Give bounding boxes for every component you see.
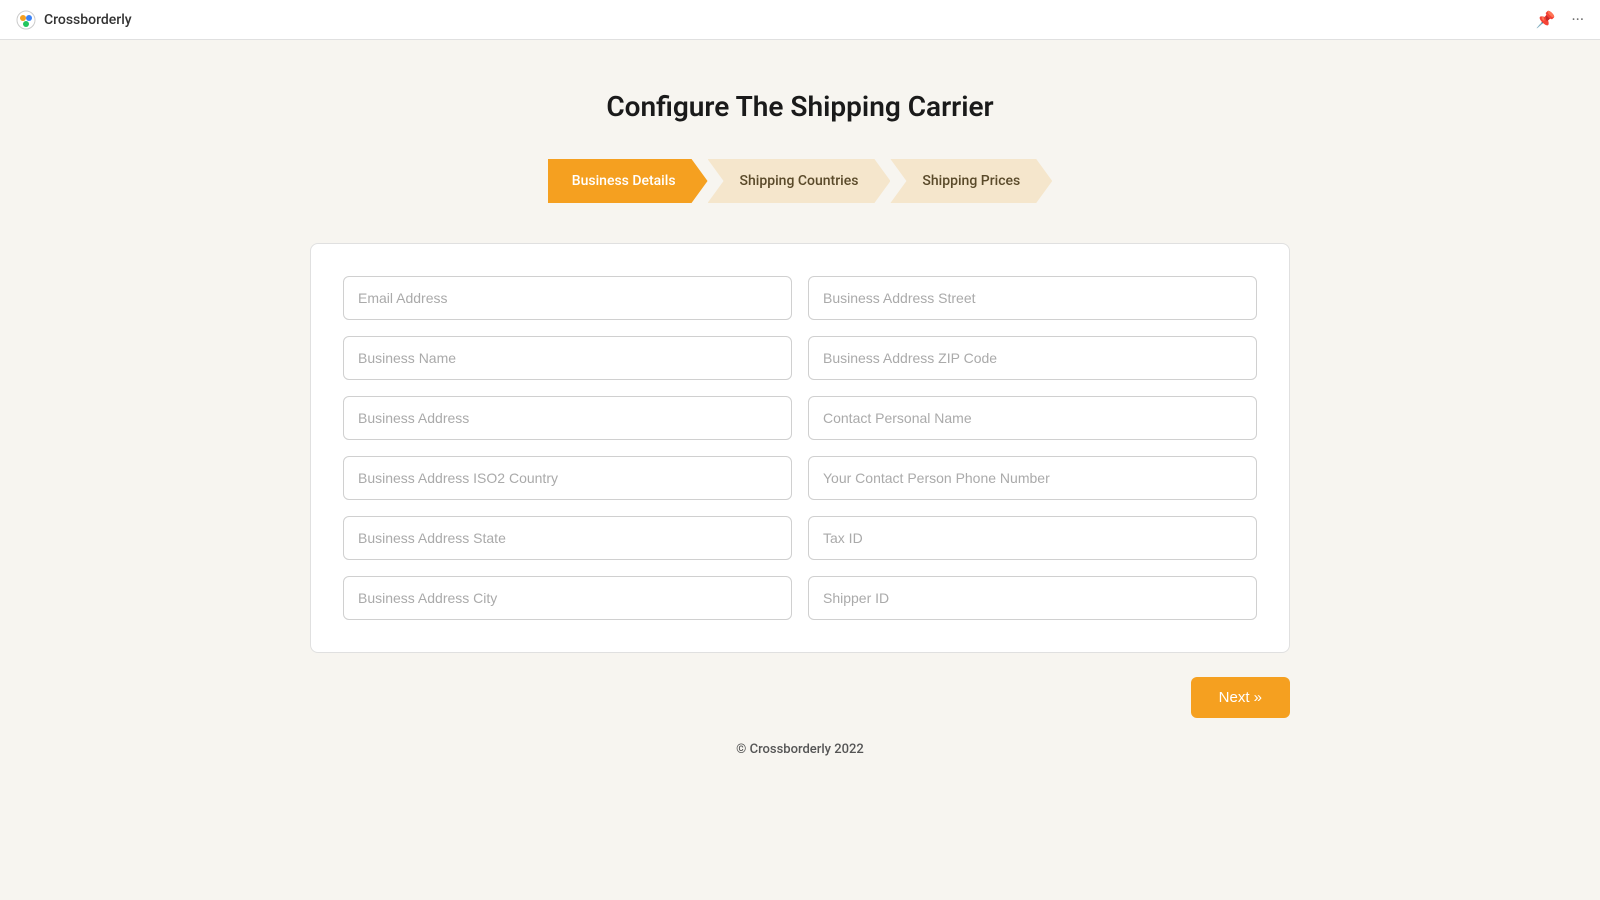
contact-personal-name-input[interactable] (808, 396, 1257, 440)
tax-id-input[interactable] (808, 516, 1257, 560)
main-content: Configure The Shipping Carrier Business … (0, 40, 1600, 900)
step-shipping-countries[interactable]: Shipping Countries (708, 159, 891, 203)
step-label-shipping-prices: Shipping Prices (922, 173, 1020, 189)
form-grid (343, 276, 1257, 620)
page-title: Configure The Shipping Carrier (606, 90, 993, 123)
form-container (310, 243, 1290, 653)
step-label-shipping-countries: Shipping Countries (740, 173, 859, 189)
step-business-details[interactable]: Business Details (548, 159, 708, 203)
next-button[interactable]: Next » (1191, 677, 1290, 718)
pin-icon[interactable]: 📌 (1536, 10, 1556, 29)
business-address-street-input[interactable] (808, 276, 1257, 320)
contact-phone-input[interactable] (808, 456, 1257, 500)
business-name-input[interactable] (343, 336, 792, 380)
topbar-left: Crossborderly (16, 10, 132, 30)
step-shipping-prices[interactable]: Shipping Prices (890, 159, 1052, 203)
topbar-right: 📌 ··· (1536, 10, 1584, 29)
next-button-container: Next » (310, 677, 1290, 718)
business-address-input[interactable] (343, 396, 792, 440)
menu-dots-icon[interactable]: ··· (1571, 10, 1584, 29)
stepper: Business Details Shipping Countries Ship… (548, 159, 1052, 203)
app-name: Crossborderly (44, 12, 132, 28)
business-address-zip-input[interactable] (808, 336, 1257, 380)
step-label-business-details: Business Details (572, 173, 676, 189)
app-logo-icon (16, 10, 36, 30)
business-address-iso2-input[interactable] (343, 456, 792, 500)
topbar: Crossborderly 📌 ··· (0, 0, 1600, 40)
footer-text: © Crossborderly 2022 (736, 742, 864, 757)
business-address-city-input[interactable] (343, 576, 792, 620)
shipper-id-input[interactable] (808, 576, 1257, 620)
business-address-state-input[interactable] (343, 516, 792, 560)
footer: © Crossborderly 2022 (712, 718, 888, 781)
email-address-input[interactable] (343, 276, 792, 320)
